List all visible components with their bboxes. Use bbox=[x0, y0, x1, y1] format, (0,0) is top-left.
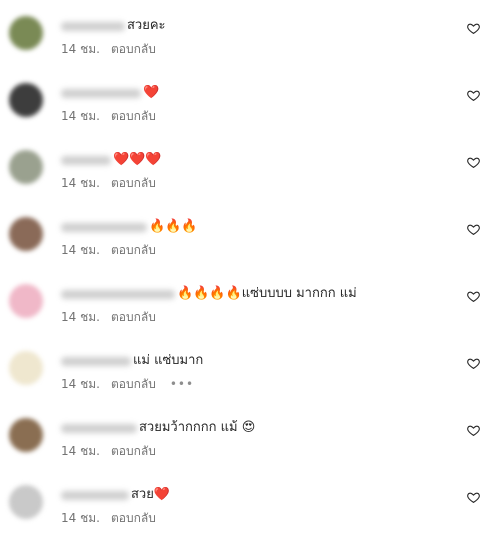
comment-text: สวยมว้ากกกก แม้ 😍 bbox=[139, 420, 256, 435]
comment-line: ❤️ bbox=[61, 83, 159, 103]
comment-line: 🔥🔥🔥 bbox=[61, 217, 198, 237]
avatar[interactable] bbox=[9, 351, 43, 385]
username-blurred[interactable] bbox=[61, 222, 147, 232]
heart-icon[interactable] bbox=[467, 491, 480, 504]
avatar[interactable] bbox=[9, 485, 43, 519]
comment-text: ❤️ bbox=[143, 85, 160, 100]
username-blurred[interactable] bbox=[61, 356, 131, 366]
username-blurred[interactable] bbox=[61, 21, 125, 31]
comment-meta: 14 ชม. ตอบกลับ bbox=[61, 175, 170, 191]
comment-meta: 14 ชม. ตอบกลับ ••• bbox=[61, 376, 194, 392]
comment-time: 14 ชม. bbox=[61, 108, 100, 123]
comment-item: ❤️ 14 ชม. ตอบกลับ bbox=[0, 83, 490, 143]
comment-item: ❤️❤️❤️ 14 ชม. ตอบกลับ bbox=[0, 150, 490, 210]
reply-button[interactable]: ตอบกลับ bbox=[111, 241, 156, 260]
heart-icon[interactable] bbox=[467, 89, 480, 102]
reply-button[interactable]: ตอบกลับ bbox=[111, 442, 156, 461]
comment-item: 🔥🔥🔥 14 ชม. ตอบกลับ bbox=[0, 217, 490, 277]
avatar[interactable] bbox=[9, 418, 43, 452]
comment-line: สวย❤️ bbox=[61, 485, 170, 505]
reply-button[interactable]: ตอบกลับ bbox=[111, 375, 156, 394]
comment-time: 14 ชม. bbox=[61, 175, 100, 190]
avatar[interactable] bbox=[9, 16, 43, 50]
heart-icon[interactable] bbox=[467, 223, 480, 236]
comment-time: 14 ชม. bbox=[61, 510, 100, 525]
comment-line: แม่ แซ่บมาก bbox=[61, 351, 203, 371]
avatar[interactable] bbox=[9, 284, 43, 318]
reply-button[interactable]: ตอบกลับ bbox=[111, 174, 156, 193]
comment-time: 14 ชม. bbox=[61, 376, 100, 391]
reply-button[interactable]: ตอบกลับ bbox=[111, 308, 156, 327]
comment-meta: 14 ชม. ตอบกลับ bbox=[61, 443, 170, 459]
avatar[interactable] bbox=[9, 150, 43, 184]
heart-icon[interactable] bbox=[467, 357, 480, 370]
more-options-icon[interactable]: ••• bbox=[170, 377, 194, 391]
comment-text: สวยคะ bbox=[127, 18, 166, 33]
heart-icon[interactable] bbox=[467, 156, 480, 169]
comment-line: สวยมว้ากกกก แม้ 😍 bbox=[61, 418, 255, 438]
comment-meta: 14 ชม. ตอบกลับ bbox=[61, 510, 170, 526]
comment-time: 14 ชม. bbox=[61, 41, 100, 56]
reply-button[interactable]: ตอบกลับ bbox=[111, 40, 156, 59]
comment-text: 🔥🔥🔥 bbox=[149, 219, 198, 234]
comment-meta: 14 ชม. ตอบกลับ bbox=[61, 41, 170, 57]
comment-time: 14 ชม. bbox=[61, 309, 100, 324]
heart-icon[interactable] bbox=[467, 22, 480, 35]
comment-line: ❤️❤️❤️ bbox=[61, 150, 162, 170]
comment-meta: 14 ชม. ตอบกลับ bbox=[61, 108, 170, 124]
heart-icon[interactable] bbox=[467, 424, 480, 437]
comment-meta: 14 ชม. ตอบกลับ bbox=[61, 242, 170, 258]
username-blurred[interactable] bbox=[61, 155, 111, 165]
comment-text: แม่ แซ่บมาก bbox=[133, 353, 204, 368]
comment-time: 14 ชม. bbox=[61, 242, 100, 257]
comment-item: สวยคะ 14 ชม. ตอบกลับ bbox=[0, 16, 490, 76]
comment-time: 14 ชม. bbox=[61, 443, 100, 458]
avatar[interactable] bbox=[9, 217, 43, 251]
username-blurred[interactable] bbox=[61, 490, 129, 500]
avatar[interactable] bbox=[9, 83, 43, 117]
username-blurred[interactable] bbox=[61, 289, 175, 299]
heart-icon[interactable] bbox=[467, 290, 480, 303]
username-blurred[interactable] bbox=[61, 88, 141, 98]
username-blurred[interactable] bbox=[61, 423, 137, 433]
comment-item: สวยมว้ากกกก แม้ 😍 14 ชม. ตอบกลับ bbox=[0, 418, 490, 478]
reply-button[interactable]: ตอบกลับ bbox=[111, 509, 156, 528]
comment-meta: 14 ชม. ตอบกลับ bbox=[61, 309, 170, 325]
reply-button[interactable]: ตอบกลับ bbox=[111, 107, 156, 126]
comment-text: สวย❤️ bbox=[131, 487, 171, 502]
comment-line: 🔥🔥🔥🔥แซ่บบบบ มากกก แม่ bbox=[61, 284, 357, 304]
comment-text: ❤️❤️❤️ bbox=[113, 152, 162, 167]
comment-item: 🔥🔥🔥🔥แซ่บบบบ มากกก แม่ 14 ชม. ตอบกลับ bbox=[0, 284, 490, 344]
comment-item: สวย❤️ 14 ชม. ตอบกลับ bbox=[0, 485, 490, 545]
comment-line: สวยคะ bbox=[61, 16, 166, 36]
comment-item: แม่ แซ่บมาก 14 ชม. ตอบกลับ ••• bbox=[0, 351, 490, 411]
comment-text: 🔥🔥🔥🔥แซ่บบบบ มากกก แม่ bbox=[177, 286, 357, 301]
